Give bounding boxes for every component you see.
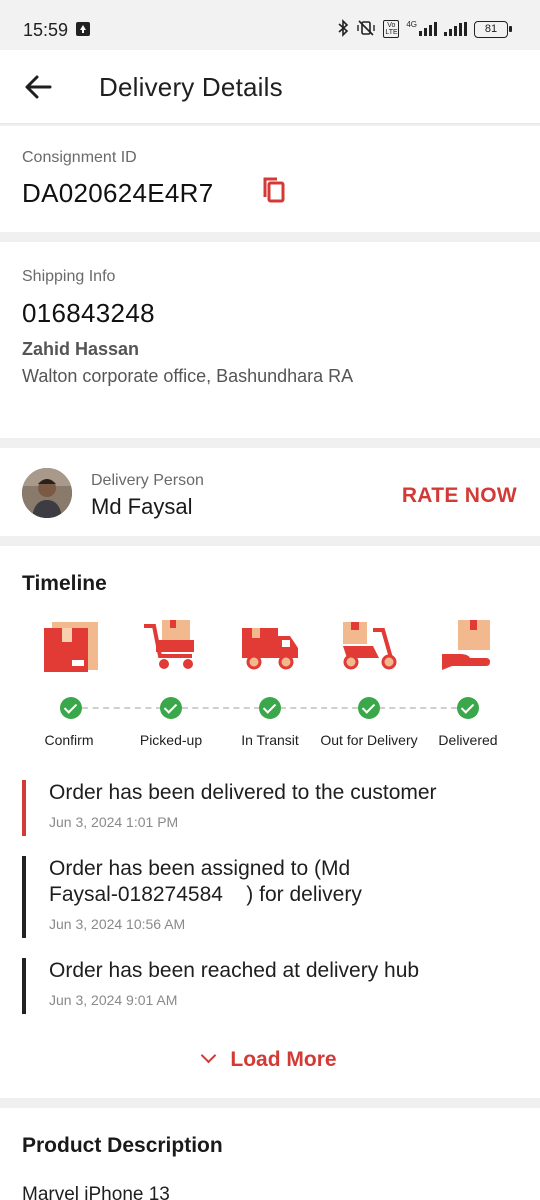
- timeline-connector: [82, 707, 162, 709]
- check-icon: [60, 697, 82, 719]
- recipient-address: Walton corporate office, Bashundhara RA: [22, 366, 354, 386]
- network-type: 4G: [406, 20, 417, 29]
- arrow-left-icon[interactable]: [22, 70, 56, 104]
- status-bar: 15:59 Vo LTE 4G 81: [0, 0, 540, 50]
- upload-icon: [76, 22, 90, 36]
- delivery-person-label: Delivery Person: [91, 472, 204, 489]
- consignment-card: Consignment ID DA020624E4R7: [0, 126, 540, 232]
- check-icon: [259, 697, 281, 719]
- timeline-event: Order has been assigned to (Md Faysal-01…: [22, 856, 362, 938]
- delivery-person-card: Delivery Person Md Faysal RATE NOW: [0, 448, 540, 536]
- copy-icon[interactable]: [261, 175, 287, 205]
- hand-box-icon: [438, 618, 498, 676]
- scooter-icon: [339, 618, 399, 676]
- signal-icon-2: [444, 22, 467, 36]
- timeline-connector: [379, 707, 457, 709]
- load-more-button[interactable]: Load More: [0, 1047, 540, 1072]
- event-marker: [22, 958, 26, 1014]
- cart-icon: [142, 618, 202, 676]
- vibrate-off-icon: [356, 19, 376, 40]
- avatar: [22, 468, 72, 518]
- status-time: 15:59: [23, 20, 69, 40]
- product-card: Product Description Marvel iPhone 13: [0, 1108, 540, 1200]
- check-icon: [358, 697, 380, 719]
- timeline-connector: [280, 707, 358, 709]
- battery-icon: 81: [474, 20, 512, 38]
- consignment-id: DA020624E4R7: [22, 178, 214, 208]
- delivery-person-name: Md Faysal: [91, 494, 193, 519]
- timeline-connector: [182, 707, 260, 709]
- shipping-phone: 016843248: [22, 298, 155, 328]
- timeline-card: Timeline Confirm Picked-up In Transit Ou…: [0, 546, 540, 1098]
- event-text-line-1: Order has been assigned to (Md: [49, 857, 351, 880]
- timeline-event: Order has been reached at delivery hub J…: [22, 958, 420, 1014]
- app-bar: Delivery Details: [0, 50, 540, 124]
- box-icon: [42, 618, 102, 676]
- step-label-delivered: Delivered: [438, 732, 498, 748]
- event-time: Jun 3, 2024 10:56 AM: [49, 916, 186, 932]
- step-label-out-for-delivery: Out for Delivery: [320, 732, 418, 748]
- bluetooth-icon: [337, 18, 349, 40]
- status-icons: Vo LTE 4G 81: [337, 18, 512, 40]
- timeline-title: Timeline: [22, 572, 107, 595]
- product-title: Product Description: [22, 1134, 223, 1157]
- check-icon: [457, 697, 479, 719]
- event-text-line-2: Faysal-018274584 ) for delivery: [49, 883, 362, 906]
- check-icon: [160, 697, 182, 719]
- volte-icon: Vo LTE: [383, 20, 400, 38]
- step-label-in-transit: In Transit: [241, 732, 299, 748]
- step-label-picked-up: Picked-up: [139, 732, 203, 748]
- signal-icon: 4G: [406, 20, 437, 36]
- rate-now-button[interactable]: RATE NOW: [402, 484, 517, 508]
- product-item: Marvel iPhone 13: [22, 1184, 170, 1200]
- page-title: Delivery Details: [99, 72, 283, 102]
- shipping-card: Shipping Info 016843248 Zahid Hassan Wal…: [0, 242, 540, 438]
- event-marker: [22, 780, 26, 836]
- step-label-confirm: Confirm: [44, 732, 94, 748]
- event-time: Jun 3, 2024 9:01 AM: [49, 992, 178, 1008]
- shipping-label: Shipping Info: [22, 268, 116, 285]
- event-marker: [22, 856, 26, 938]
- truck-icon: [240, 618, 300, 676]
- load-more-label: Load More: [230, 1048, 337, 1071]
- consignment-label: Consignment ID: [22, 149, 137, 166]
- event-text: Order has been reached at delivery hub: [49, 959, 420, 982]
- event-text: Order has been delivered to the customer: [49, 781, 437, 804]
- recipient-name: Zahid Hassan: [22, 339, 140, 359]
- chevron-down-icon: [201, 1047, 217, 1064]
- event-time: Jun 3, 2024 1:01 PM: [49, 814, 179, 830]
- timeline-event: Order has been delivered to the customer…: [22, 780, 437, 836]
